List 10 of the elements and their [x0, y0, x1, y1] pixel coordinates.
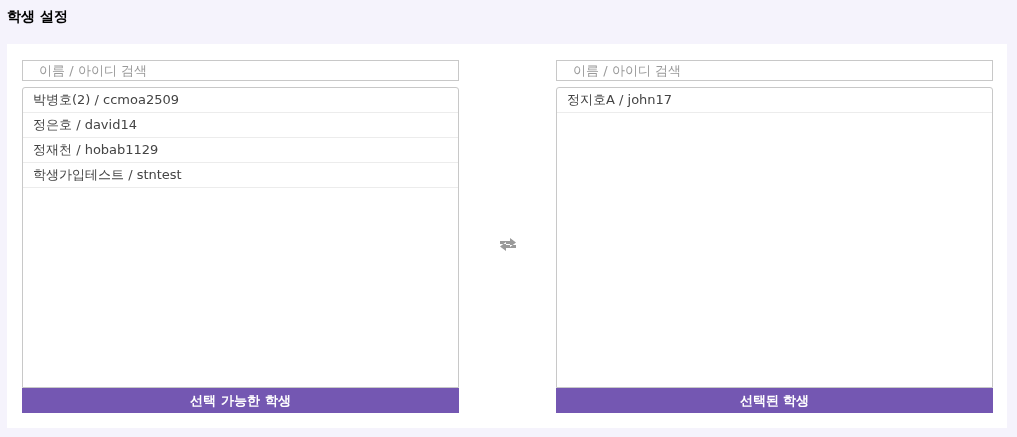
list-footer: 선택 가능한 학생 [22, 388, 459, 413]
list-item[interactable]: 박병호(2) / ccmoa2509 [33, 90, 180, 110]
search-field[interactable]: 이름 / 아이디 검색 [556, 60, 993, 81]
list-footer: 선택된 학생 [556, 388, 993, 413]
list-item[interactable]: 학생가입테스트 / stntest [33, 165, 182, 185]
list-item[interactable]: 정은호 / david14 [33, 115, 137, 135]
list-item[interactable]: 정재천 / hobab1129 [33, 140, 159, 160]
search-field[interactable]: 이름 / 아이디 검색 [22, 60, 459, 81]
page-title: 학생 설정 [7, 7, 69, 26]
list-item[interactable]: 정지호A / john17 [567, 90, 673, 110]
